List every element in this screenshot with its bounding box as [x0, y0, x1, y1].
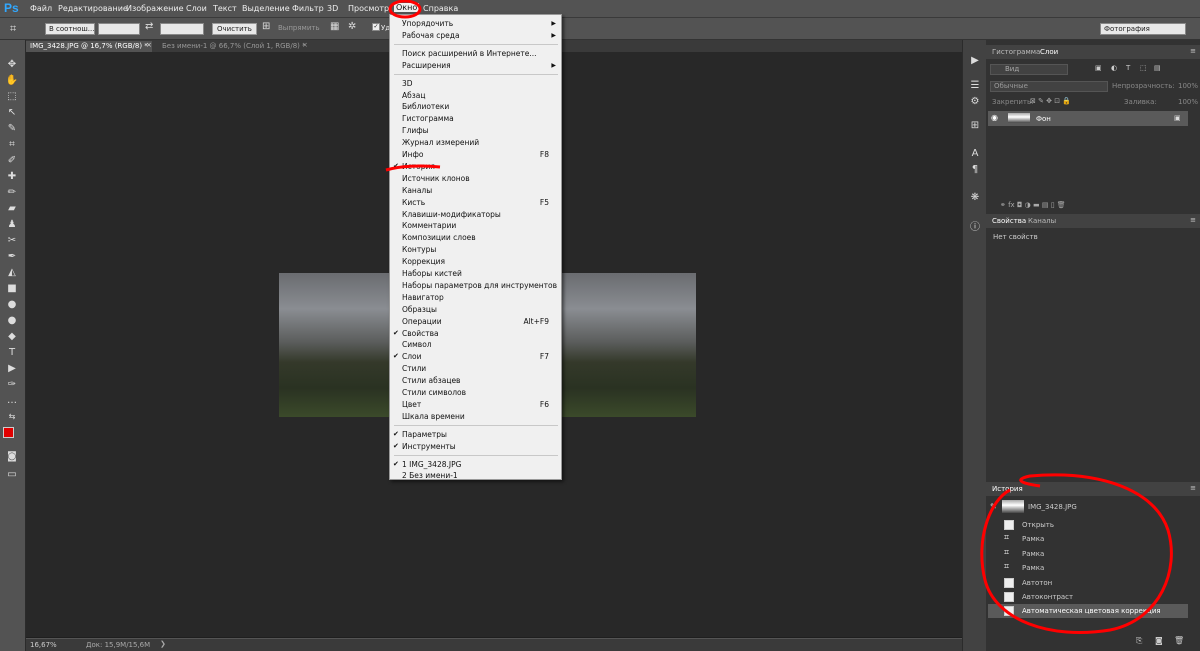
annotation-overlay: [385, 0, 1173, 635]
history-underline: [385, 164, 441, 172]
history-panel-circle: [980, 473, 1173, 635]
menu-highlight-circle: [388, 0, 422, 19]
